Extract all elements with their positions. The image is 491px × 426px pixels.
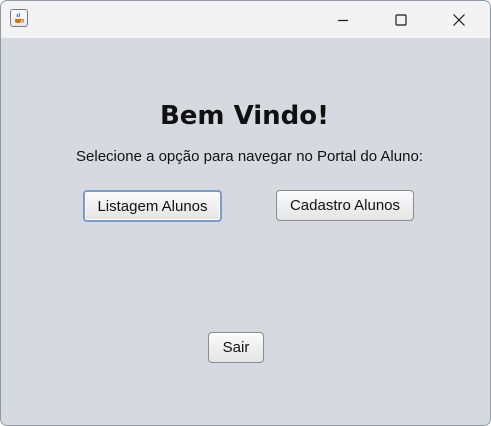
maximize-button[interactable] <box>372 1 430 38</box>
listagem-alunos-button[interactable]: Listagem Alunos <box>83 190 222 222</box>
application-window: Bem Vindo! Selecione a opção para navega… <box>0 0 491 426</box>
minimize-button[interactable] <box>314 1 372 38</box>
instruction-label: Selecione a opção para navegar no Portal… <box>76 148 423 165</box>
title-bar[interactable] <box>1 1 490 38</box>
minimize-icon <box>338 19 348 22</box>
sair-button[interactable]: Sair <box>208 332 264 363</box>
cadastro-alunos-button[interactable]: Cadastro Alunos <box>276 190 414 221</box>
java-coffee-cup-icon[interactable] <box>10 9 28 27</box>
welcome-heading: Bem Vindo! <box>159 101 329 131</box>
content-panel: Bem Vindo! Selecione a opção para navega… <box>1 38 490 425</box>
close-icon <box>453 14 465 26</box>
close-button[interactable] <box>430 1 488 38</box>
maximize-icon <box>395 14 407 26</box>
